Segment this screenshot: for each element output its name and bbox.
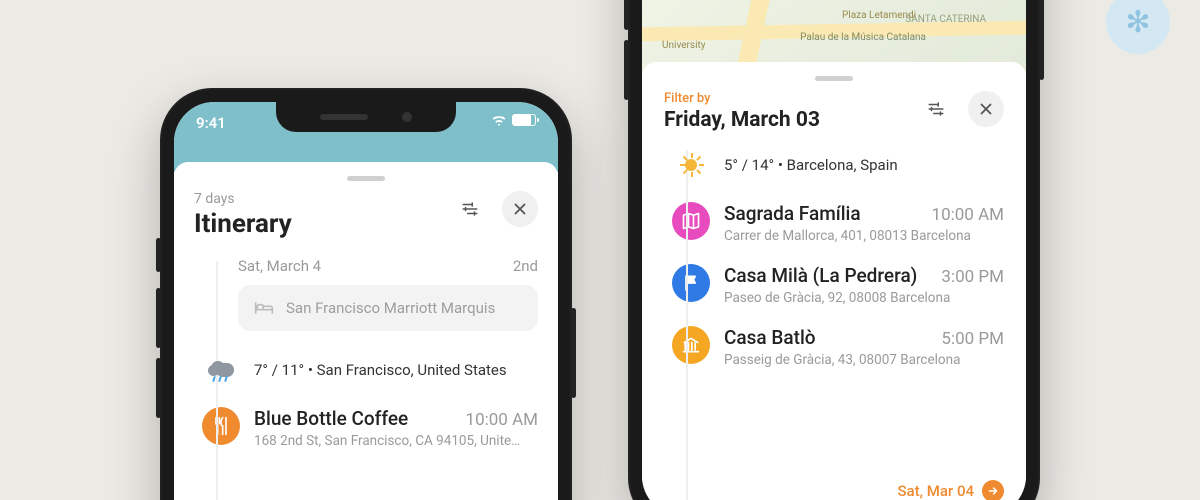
weather-text: 7° / 11° • San Francisco, United States — [254, 361, 507, 379]
event-name: Blue Bottle Coffee — [254, 407, 408, 430]
sun-icon — [672, 146, 710, 184]
sliders-icon — [461, 200, 479, 218]
weather-text: 5° / 14° • Barcelona, Spain — [724, 156, 898, 174]
day-sheet: Filter by Friday, March 03 — [642, 62, 1026, 500]
phone-notch — [276, 102, 456, 132]
close-button[interactable] — [502, 191, 538, 227]
next-day-button[interactable]: Sat, Mar 04 — [897, 480, 1004, 500]
filter-subtitle: Filter by — [664, 91, 820, 106]
day-ordinal: 2nd — [513, 257, 538, 275]
close-icon — [977, 100, 995, 118]
close-button[interactable] — [968, 91, 1004, 127]
map-poi-label: Palau de la Música Catalana — [800, 32, 926, 43]
event-name: Casa Milà (La Pedrera) — [724, 264, 917, 287]
map-area-label: SANTA CATERINA — [905, 14, 986, 25]
bed-icon — [254, 299, 274, 317]
map-poi-label: University — [662, 40, 706, 51]
status-time: 9:41 — [196, 114, 226, 132]
wifi-icon — [491, 114, 507, 126]
event-address: Paseo de Gràcia, 92, 08008 Barcelona — [724, 290, 1004, 306]
event-item[interactable]: Blue Bottle Coffee 10:00 AM 168 2nd St, … — [202, 407, 538, 449]
phone-mockup-right: Plaza Letamendi University Palau de la M… — [628, 0, 1040, 500]
itinerary-sheet: 7 days Itinerary Sat, March 4 2nd — [174, 162, 558, 500]
event-address: 168 2nd St, San Francisco, CA 94105, Uni… — [254, 433, 538, 449]
battery-icon — [512, 114, 536, 126]
filter-button[interactable] — [918, 91, 954, 127]
sheet-grabber[interactable] — [347, 176, 385, 181]
sheet-grabber[interactable] — [815, 76, 853, 81]
landmark-icon — [681, 335, 701, 355]
next-day-label: Sat, Mar 04 — [897, 482, 974, 500]
event-time: 10:00 AM — [932, 205, 1004, 225]
event-address: Carrer de Mallorca, 401, 08013 Barcelona — [724, 228, 1004, 244]
event-item[interactable]: Casa Batlò 5:00 PM Passeig de Gràcia, 43… — [672, 326, 1004, 368]
event-category-pin — [672, 326, 710, 364]
rain-icon — [202, 351, 240, 389]
day-title: Friday, March 03 — [664, 108, 820, 132]
event-time: 10:00 AM — [466, 410, 538, 430]
hotel-chip[interactable]: San Francisco Marriott Marquis — [238, 285, 538, 331]
event-time: 5:00 PM — [941, 329, 1004, 349]
map-icon — [681, 211, 701, 231]
utensils-icon — [211, 416, 231, 436]
arrow-right-icon — [982, 480, 1004, 500]
event-category-pin — [672, 264, 710, 302]
event-category-pin — [672, 202, 710, 240]
sliders-icon — [927, 100, 945, 118]
flag-icon — [681, 273, 701, 293]
event-address: Passeig de Gràcia, 43, 08007 Barcelona — [724, 352, 1004, 368]
phone-mockup-left: 9:41 7 days Itinerary — [160, 88, 572, 500]
event-time: 3:00 PM — [941, 267, 1004, 287]
duration-subtitle: 7 days — [194, 191, 292, 207]
hotel-name: San Francisco Marriott Marquis — [286, 299, 495, 317]
page-title: Itinerary — [194, 209, 292, 239]
event-category-pin — [202, 407, 240, 445]
event-item[interactable]: Sagrada Família 10:00 AM Carrer de Mallo… — [672, 202, 1004, 244]
event-name: Sagrada Família — [724, 202, 861, 225]
filter-button[interactable] — [452, 191, 488, 227]
day-label: Sat, March 4 — [238, 257, 321, 275]
event-item[interactable]: Casa Milà (La Pedrera) 3:00 PM Paseo de … — [672, 264, 1004, 306]
event-name: Casa Batlò — [724, 326, 816, 349]
weather-row: 7° / 11° • San Francisco, United States — [202, 351, 538, 389]
decorative-snowflake-badge: ✻ — [1106, 0, 1170, 54]
weather-row: 5° / 14° • Barcelona, Spain — [672, 146, 1004, 184]
close-icon — [511, 200, 529, 218]
